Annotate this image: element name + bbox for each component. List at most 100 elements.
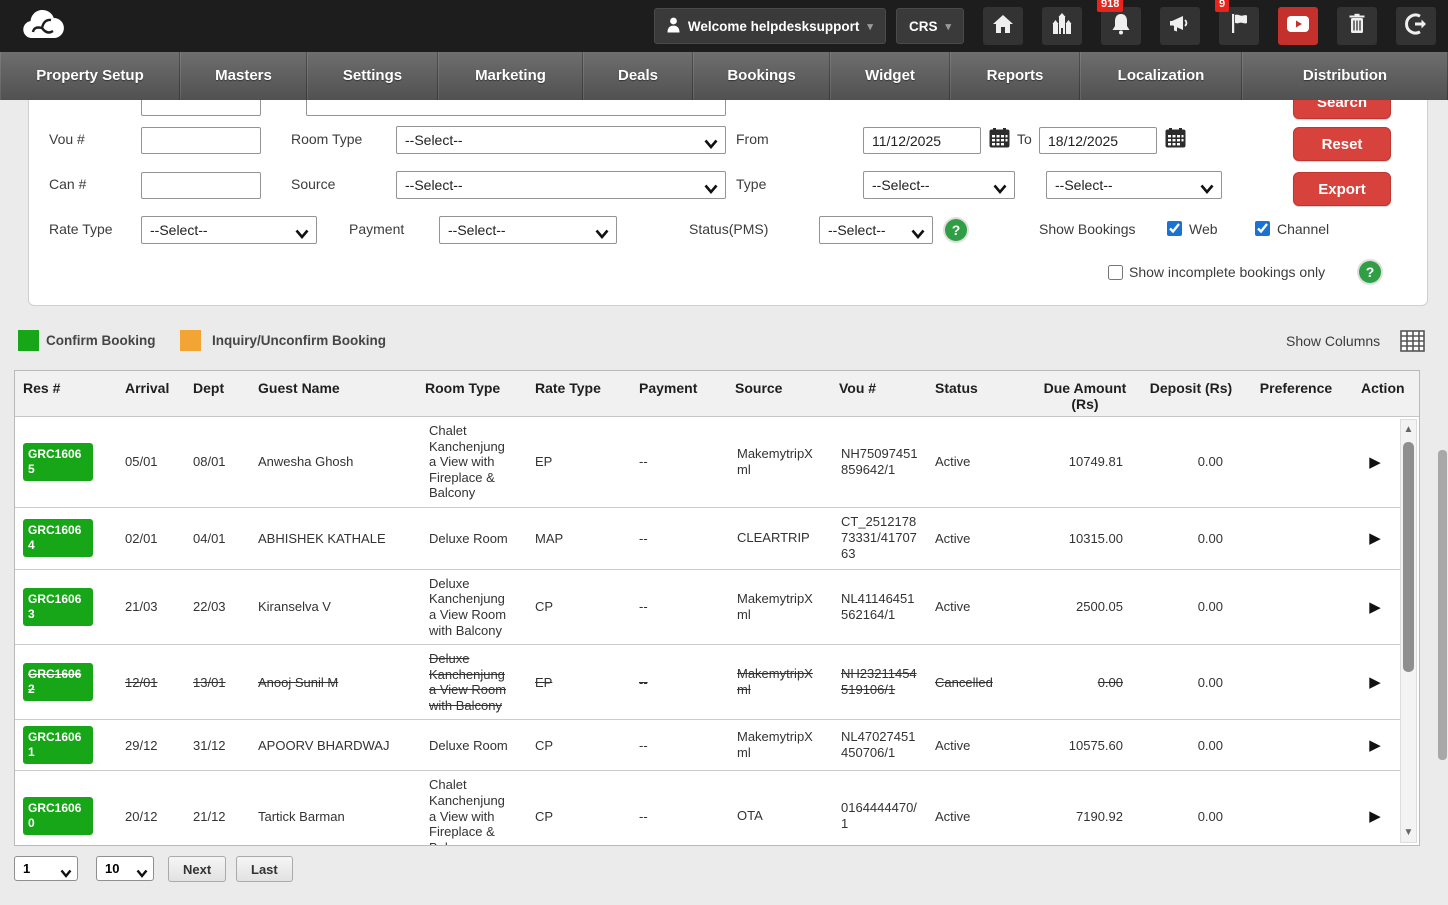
column-header-action[interactable]: Action (1353, 371, 1401, 417)
nav-distribution[interactable]: Distribution (1242, 52, 1448, 100)
column-header-res[interactable]: Res # (15, 371, 115, 417)
scrollbar-thumb[interactable] (1403, 442, 1414, 672)
expand-row-icon[interactable]: ▶ (1369, 530, 1381, 547)
rate-type-cell: EP (521, 645, 621, 720)
guest-name-cell: Anooj Sunil M (245, 645, 417, 720)
nav-bookings[interactable]: Bookings (693, 52, 830, 100)
reservation-badge[interactable]: GRC16060 (23, 797, 93, 835)
youtube-icon (1286, 15, 1310, 38)
action-cell: ▶ (1353, 417, 1401, 507)
property-button[interactable] (1042, 7, 1082, 45)
column-header-status[interactable]: Status (927, 371, 1031, 417)
payment-select[interactable]: --Select-- (440, 217, 616, 243)
guest-name-cell: Kiranselva V (245, 569, 417, 644)
trash-button[interactable] (1337, 7, 1377, 45)
res-cell: GRC16065 (15, 417, 115, 507)
nav-property-setup[interactable]: Property Setup (0, 52, 180, 100)
reset-button[interactable]: Reset (1293, 127, 1391, 161)
page-size-select[interactable]: 10 (97, 857, 153, 880)
payment-cell: -- (621, 417, 727, 507)
expand-row-icon[interactable]: ▶ (1369, 737, 1381, 754)
table-row: GRC16061 29/12 31/12 APOORV BHARDWAJ Del… (15, 720, 1401, 771)
crs-dropdown[interactable]: CRS ▾ (896, 8, 964, 44)
welcome-user-button[interactable]: Welcome helpdesksupport ▾ (654, 8, 886, 44)
nav-reports[interactable]: Reports (950, 52, 1080, 100)
export-button[interactable]: Export (1293, 172, 1391, 206)
help-icon[interactable]: ? (945, 219, 967, 241)
show-columns-label[interactable]: Show Columns (1286, 333, 1380, 349)
incomplete-bookings-checkbox[interactable] (1108, 265, 1123, 280)
youtube-button[interactable] (1278, 7, 1318, 45)
reservation-badge[interactable]: GRC16062 (23, 663, 93, 701)
from-date-input[interactable] (863, 127, 981, 154)
can-number-input[interactable] (141, 172, 261, 199)
top-bar: Welcome helpdesksupport ▾ CRS ▾ 918 (0, 0, 1448, 52)
reservation-badge[interactable]: GRC16064 (23, 519, 93, 557)
flags-button[interactable]: 9 (1219, 7, 1259, 45)
calendar-icon[interactable] (1165, 128, 1186, 153)
reservation-badge[interactable]: GRC16065 (23, 443, 93, 481)
due-amount-cell: 10749.81 (1031, 417, 1143, 507)
column-header-vou[interactable]: Vou # (831, 371, 927, 417)
help-icon[interactable]: ? (1359, 261, 1381, 283)
nav-settings[interactable]: Settings (307, 52, 438, 100)
next-page-button[interactable]: Next (168, 856, 226, 882)
to-label: To (1017, 131, 1032, 147)
nav-deals[interactable]: Deals (583, 52, 693, 100)
bookings-table-container: Res # Arrival Dept Guest Name Room Type … (14, 370, 1420, 846)
table-scrollbar[interactable]: ▲ ▼ (1400, 419, 1417, 843)
show-bookings-label: Show Bookings (1039, 221, 1136, 237)
web-checkbox[interactable] (1167, 221, 1182, 236)
source-cell: CLEARTRIP (727, 507, 831, 569)
arrival-cell: 20/12 (115, 771, 179, 846)
notifications-button[interactable]: 918 (1101, 7, 1141, 45)
expand-row-icon[interactable]: ▶ (1369, 808, 1381, 825)
nav-localization[interactable]: Localization (1080, 52, 1242, 100)
room-type-select[interactable]: --Select-- (397, 127, 725, 153)
logout-button[interactable] (1396, 7, 1436, 45)
nav-widget[interactable]: Widget (830, 52, 950, 100)
columns-grid-icon[interactable] (1400, 330, 1425, 357)
top-bar-actions: Welcome helpdesksupport ▾ CRS ▾ 918 (644, 7, 1436, 45)
page-scrollbar-thumb[interactable] (1438, 450, 1447, 760)
payment-select-wrap: --Select-- (439, 216, 617, 244)
subtype-select[interactable]: --Select-- (1047, 172, 1221, 198)
column-header-payment[interactable]: Payment (621, 371, 727, 417)
expand-row-icon[interactable]: ▶ (1369, 674, 1381, 691)
status-cell: Active (927, 720, 1031, 771)
type-select[interactable]: --Select-- (864, 172, 1014, 198)
expand-row-icon[interactable]: ▶ (1369, 599, 1381, 616)
column-header-rate-type[interactable]: Rate Type (521, 371, 621, 417)
reservation-badge[interactable]: GRC16061 (23, 726, 93, 764)
column-header-dept[interactable]: Dept (179, 371, 245, 417)
page-select[interactable]: 1 (15, 857, 77, 880)
preference-cell (1243, 417, 1353, 507)
room-type-cell: Deluxe Room (417, 720, 521, 771)
arrival-cell: 21/03 (115, 569, 179, 644)
reservation-badge[interactable]: GRC16063 (23, 588, 93, 626)
column-header-due-amount[interactable]: Due Amount (Rs) (1031, 371, 1143, 417)
last-page-button[interactable]: Last (236, 856, 293, 882)
home-button[interactable] (983, 7, 1023, 45)
nav-marketing[interactable]: Marketing (438, 52, 583, 100)
column-header-deposit[interactable]: Deposit (Rs) (1143, 371, 1243, 417)
status-pms-select[interactable]: --Select-- (820, 217, 932, 243)
nav-masters[interactable]: Masters (180, 52, 307, 100)
vou-number-input[interactable] (141, 127, 261, 154)
to-date-input[interactable] (1039, 127, 1157, 154)
source-select[interactable]: --Select-- (397, 172, 725, 198)
announcements-button[interactable] (1160, 7, 1200, 45)
scroll-up-icon[interactable]: ▲ (1401, 424, 1416, 435)
calendar-icon[interactable] (989, 128, 1010, 153)
scroll-down-icon[interactable]: ▼ (1401, 827, 1416, 838)
expand-row-icon[interactable]: ▶ (1369, 454, 1381, 471)
channel-checkbox[interactable] (1255, 221, 1270, 236)
action-cell: ▶ (1353, 507, 1401, 569)
column-header-preference[interactable]: Preference (1243, 371, 1353, 417)
column-header-source[interactable]: Source (727, 371, 831, 417)
column-header-arrival[interactable]: Arrival (115, 371, 179, 417)
dept-cell: 31/12 (179, 720, 245, 771)
rate-type-select[interactable]: --Select-- (142, 217, 316, 243)
column-header-guest-name[interactable]: Guest Name (245, 371, 417, 417)
column-header-room-type[interactable]: Room Type (417, 371, 521, 417)
